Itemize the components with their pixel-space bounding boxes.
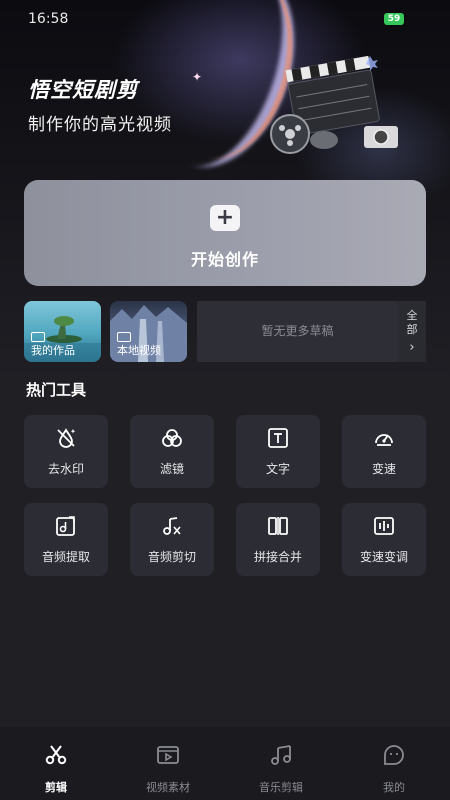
tool-label: 变速 — [371, 462, 396, 476]
nav-item-edit[interactable]: 剪辑 — [0, 727, 112, 800]
start-create-card[interactable] — [24, 180, 426, 286]
video-material-icon — [157, 746, 179, 764]
tool-pitch[interactable]: 变速变调 — [342, 503, 426, 576]
tool-speed[interactable]: 变速 — [342, 415, 426, 488]
merge-icon — [268, 517, 288, 535]
nav-item-profile[interactable]: 我的 — [338, 727, 450, 800]
music-note-icon — [271, 745, 291, 765]
filter-icon — [162, 429, 182, 447]
my-works-label: 我的作品 — [31, 344, 75, 357]
bottom-nav: 剪辑 视频素材 音乐剪辑 我的 — [0, 727, 450, 800]
my-works-tile[interactable]: 我的作品 — [24, 301, 101, 362]
text-icon — [268, 428, 288, 448]
plus-icon[interactable]: + — [210, 205, 240, 231]
all-drafts-label: 全部 — [406, 309, 418, 336]
audio-cut-icon — [163, 517, 181, 535]
tool-label: 变速变调 — [359, 550, 408, 564]
nav-label: 我的 — [383, 781, 405, 794]
tool-filter[interactable]: 滤镜 — [130, 415, 214, 488]
empty-drafts-panel: 暂无更多草稿 — [197, 301, 398, 362]
chevron-right-icon: › — [409, 340, 415, 355]
remove-watermark-icon — [57, 428, 76, 448]
nav-label: 音乐剪辑 — [259, 781, 303, 794]
speedometer-icon — [375, 434, 393, 446]
profile-icon — [384, 745, 404, 765]
nav-item-music-edit[interactable]: 音乐剪辑 — [225, 727, 337, 800]
video-icon — [31, 332, 45, 342]
tool-audio-extract[interactable]: 音频提取 — [24, 503, 108, 576]
status-time: 16:58 — [28, 11, 69, 27]
tool-text[interactable]: 文字 — [236, 415, 320, 488]
nav-item-video-material[interactable]: 视频素材 — [112, 727, 224, 800]
battery-icon: 59 — [384, 13, 404, 25]
app-title: 悟空短剧剪 — [28, 78, 138, 102]
local-video-tile[interactable]: 本地视频 — [110, 301, 187, 362]
tool-label: 音频剪切 — [147, 550, 196, 564]
tool-remove-watermark[interactable]: 去水印 — [24, 415, 108, 488]
tool-label: 拼接合并 — [253, 550, 302, 564]
audio-extract-icon — [56, 516, 75, 536]
tool-label: 滤镜 — [159, 462, 184, 476]
tool-label: 文字 — [265, 462, 290, 476]
nav-label: 剪辑 — [45, 781, 67, 794]
hot-tools-title: 热门工具 — [26, 381, 87, 399]
nav-label: 视频素材 — [146, 781, 190, 794]
app-subtitle: 制作你的高光视频 — [28, 115, 172, 135]
sparkle-icon: ✦ — [192, 70, 203, 84]
tool-label: 音频提取 — [41, 550, 90, 564]
clapperboard-illustration — [270, 55, 398, 154]
pitch-icon — [374, 517, 394, 535]
local-video-label: 本地视频 — [117, 344, 161, 357]
scissors-icon — [45, 745, 67, 765]
start-create-label[interactable]: 开始创作 — [0, 246, 450, 270]
tool-audio-cut[interactable]: 音频剪切 — [130, 503, 214, 576]
video-icon — [117, 332, 131, 342]
tool-merge[interactable]: 拼接合并 — [236, 503, 320, 576]
tool-label: 去水印 — [47, 462, 84, 476]
all-drafts-button[interactable]: 全部 › — [398, 301, 426, 362]
